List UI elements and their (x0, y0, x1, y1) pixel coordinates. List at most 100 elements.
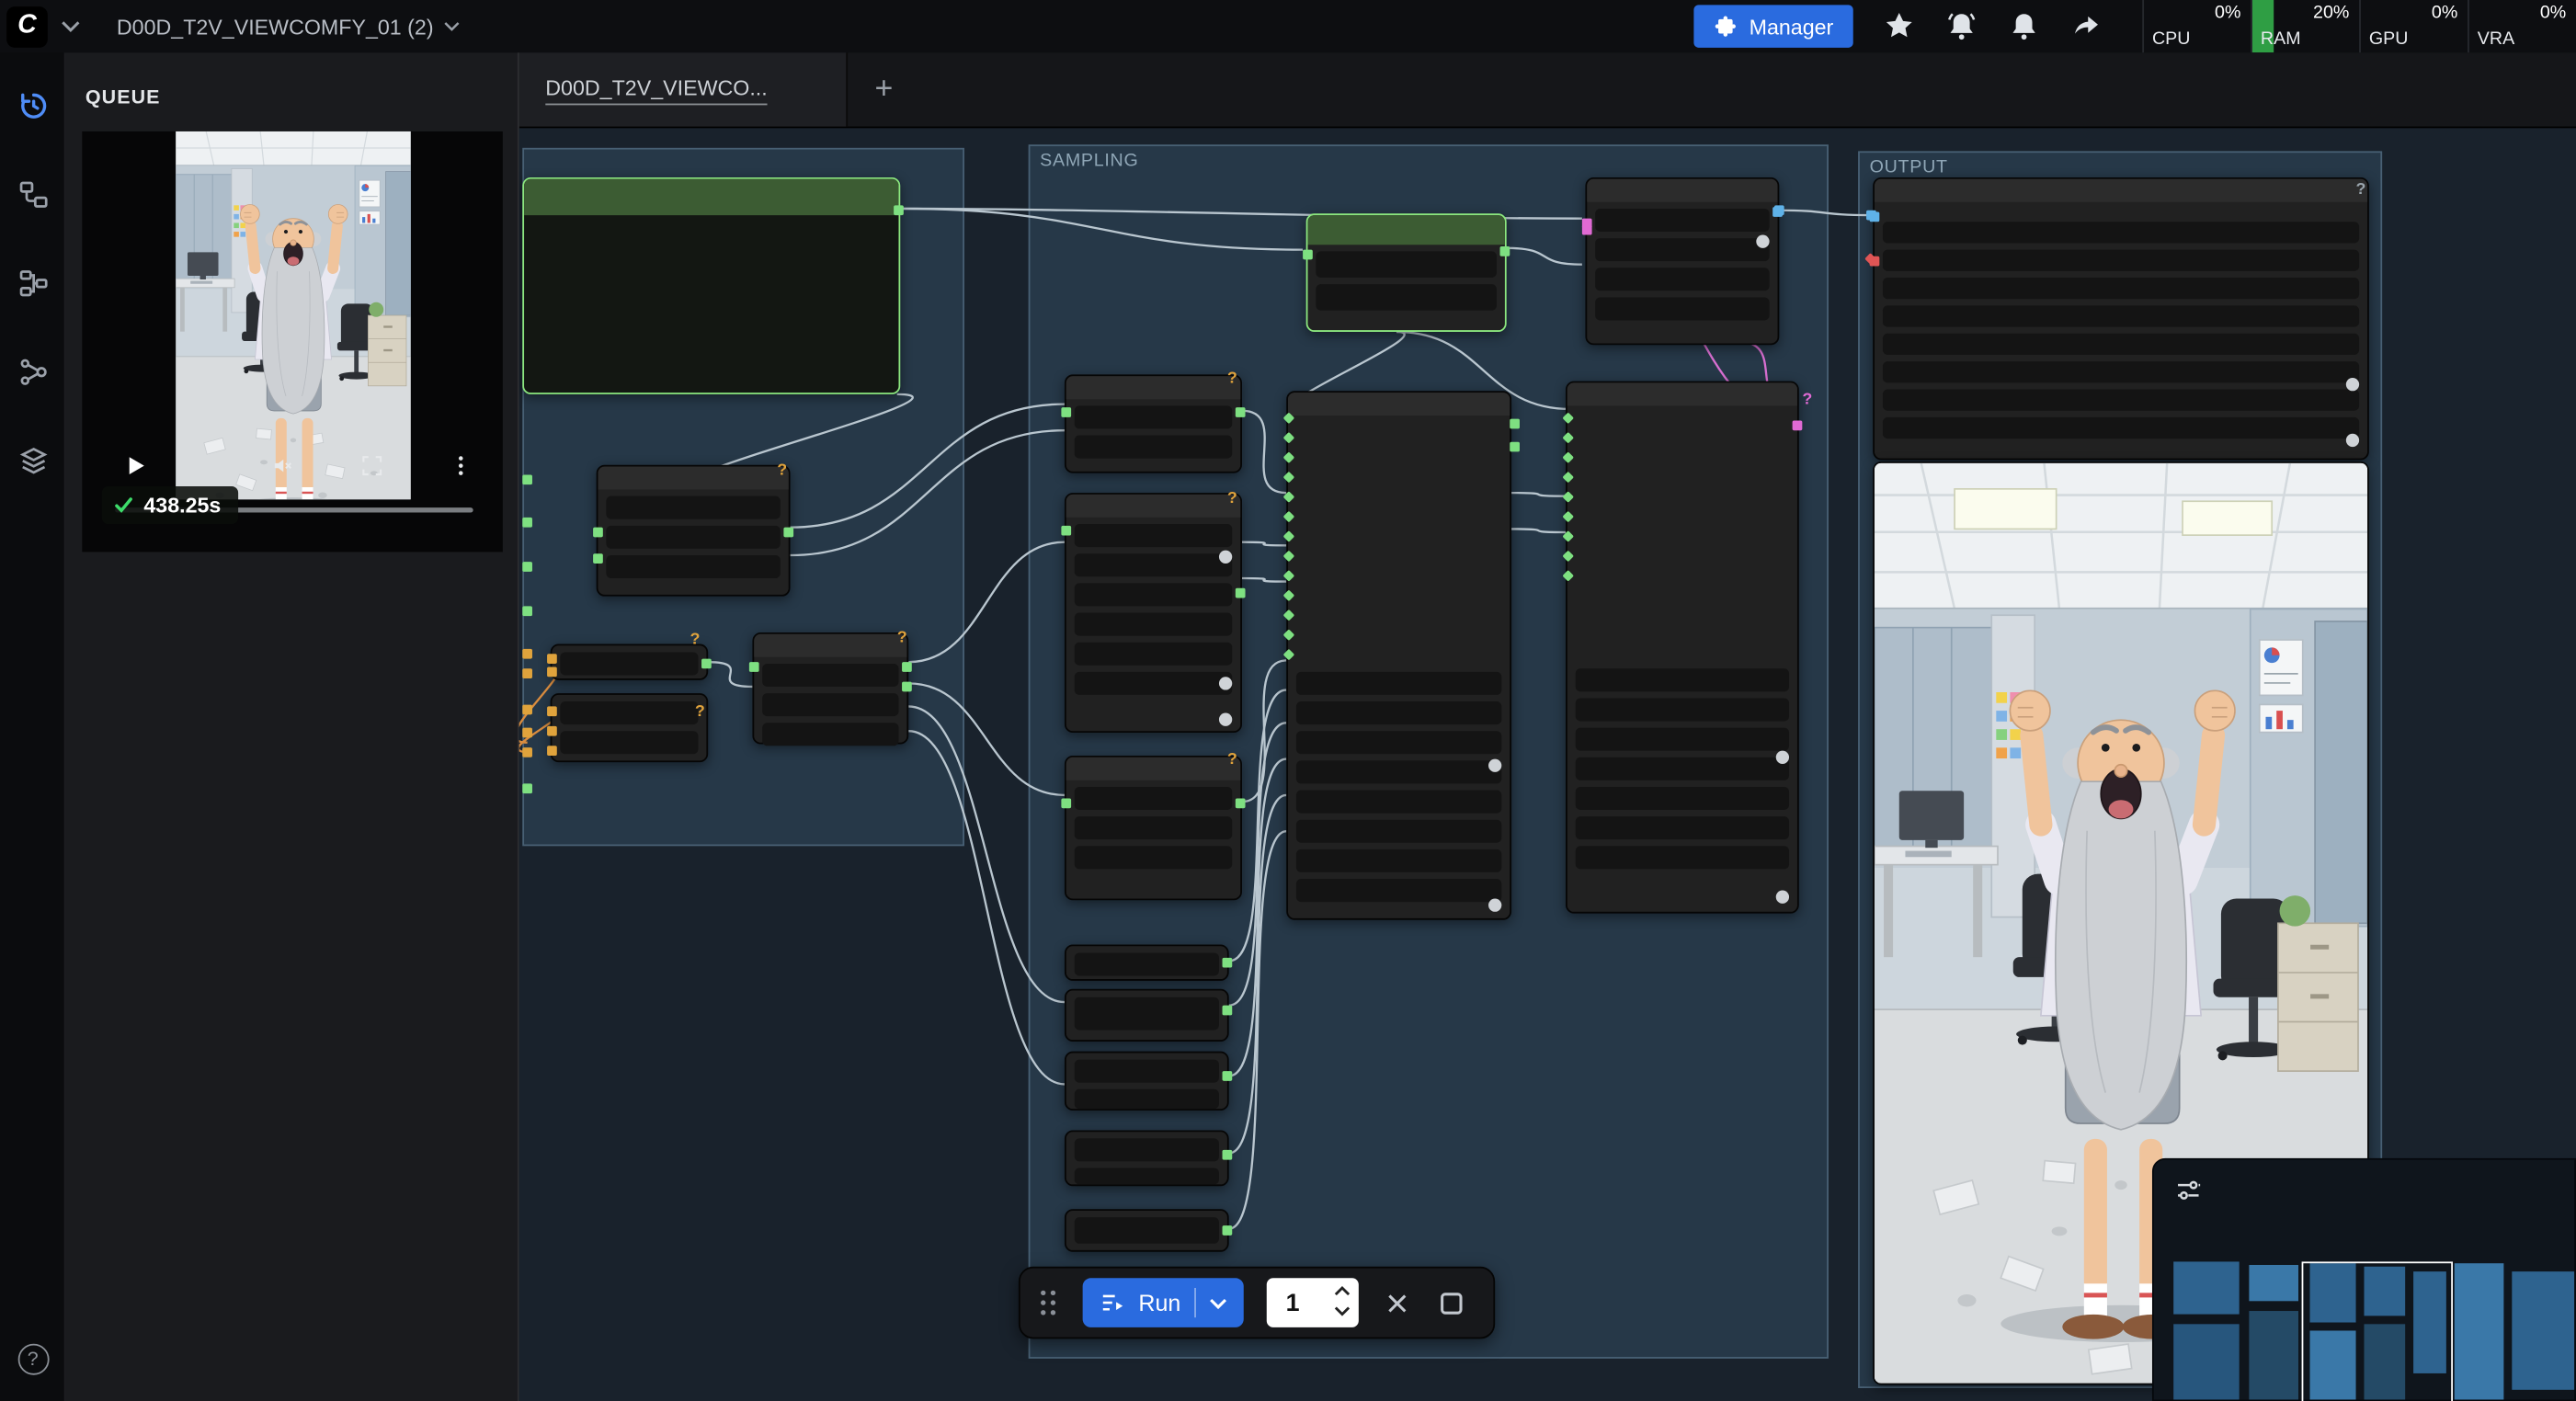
node-header[interactable] (1066, 495, 1240, 518)
node-port[interactable] (1223, 958, 1233, 968)
node-widget-row[interactable] (1075, 672, 1233, 695)
node-widget-row[interactable] (1576, 728, 1789, 751)
node-widget-row[interactable] (1075, 613, 1233, 636)
node-widget-row[interactable] (1075, 816, 1233, 839)
node-header[interactable] (524, 179, 898, 215)
node-help-marker[interactable]: ? (777, 461, 787, 480)
workflow-tab-active[interactable]: D00D_T2V_VIEWCO... (519, 52, 848, 126)
link-port[interactable] (522, 649, 532, 659)
comfyui-logo[interactable]: C (6, 6, 48, 47)
graph-node[interactable] (1065, 756, 1242, 900)
node-widget-row[interactable] (1576, 816, 1789, 839)
queue-job-card[interactable]: 438.25s (81, 131, 501, 552)
sidebar-item-node-library[interactable] (0, 250, 65, 315)
node-widget-row[interactable] (1075, 997, 1219, 1031)
node-widget-row[interactable] (1296, 731, 1501, 754)
batch-count-steppers[interactable] (1333, 1283, 1350, 1319)
graph-node[interactable] (551, 644, 709, 680)
graph-node[interactable] (1065, 1052, 1229, 1111)
link-port[interactable] (522, 518, 532, 528)
app-menu-chevron-icon[interactable] (61, 17, 80, 36)
node-widget-row[interactable] (1296, 701, 1501, 724)
node-widget-row[interactable] (1296, 879, 1501, 902)
node-help-marker[interactable]: ? (897, 629, 907, 647)
node-widget-row[interactable] (1075, 643, 1233, 666)
link-port[interactable] (1510, 442, 1520, 452)
node-widget-row[interactable] (606, 496, 780, 519)
node-output-dot[interactable] (1219, 713, 1232, 726)
toolbar-drag-handle[interactable] (1037, 1288, 1060, 1317)
sidebar-item-queue[interactable] (0, 73, 65, 138)
node-widget-row[interactable] (1883, 222, 2359, 243)
node-widget-row[interactable] (1296, 820, 1501, 843)
node-widget-row[interactable] (1075, 405, 1233, 428)
node-header[interactable] (1288, 393, 1510, 416)
link-port[interactable] (522, 747, 532, 757)
node-widget-row[interactable] (1883, 278, 2359, 299)
node-widget-row[interactable] (1576, 787, 1789, 810)
graph-node[interactable] (597, 465, 791, 597)
node-output-dot[interactable] (1776, 891, 1789, 904)
link-port[interactable] (522, 474, 532, 484)
node-widget-row[interactable] (1075, 952, 1219, 975)
node-widget-row[interactable] (1576, 846, 1789, 869)
sidebar-item-workflows[interactable] (0, 161, 65, 226)
link-port[interactable] (522, 562, 532, 572)
cancel-run-button[interactable] (1381, 1287, 1412, 1318)
play-button[interactable] (118, 450, 154, 480)
node-port[interactable] (1061, 526, 1071, 536)
link-port[interactable] (1582, 225, 1592, 235)
node-port[interactable] (1223, 1071, 1233, 1081)
graph-node[interactable] (1065, 374, 1242, 473)
node-widget-row[interactable] (1883, 305, 2359, 326)
node-help-marker[interactable]: ? (1802, 391, 1812, 409)
node-help-marker[interactable]: ? (2356, 181, 2366, 199)
link-port[interactable] (522, 705, 532, 715)
stepper-up-icon[interactable] (1333, 1283, 1350, 1300)
node-widget-row[interactable] (1576, 668, 1789, 691)
node-widget-row[interactable] (762, 664, 898, 687)
node-port[interactable] (547, 746, 557, 756)
node-widget-row[interactable] (606, 526, 780, 549)
graph-node[interactable] (1065, 493, 1242, 733)
node-widget-row[interactable] (1075, 553, 1233, 576)
node-widget-row[interactable] (1075, 436, 1233, 459)
node-port[interactable] (783, 528, 793, 538)
link-port[interactable] (1866, 211, 1876, 221)
node-widget-row[interactable] (762, 693, 898, 716)
node-widget-row[interactable] (1075, 1138, 1219, 1161)
node-widget-row[interactable] (1576, 698, 1789, 721)
node-widget-row[interactable] (560, 652, 698, 675)
node-port[interactable] (1223, 1006, 1233, 1016)
node-port[interactable] (547, 667, 557, 678)
node-header[interactable] (1066, 757, 1240, 780)
node-help-marker[interactable]: ? (1227, 751, 1237, 769)
more-options-button[interactable] (443, 450, 479, 480)
node-output-dot[interactable] (1776, 751, 1789, 764)
node-widget-row[interactable] (1296, 760, 1501, 783)
node-widget-row[interactable] (560, 731, 698, 754)
node-port[interactable] (1061, 407, 1071, 417)
node-port[interactable] (1793, 420, 1803, 430)
minimap-panel[interactable] (2152, 1158, 2576, 1401)
batch-count-input[interactable]: 1 (1266, 1278, 1358, 1327)
graph-node[interactable] (1065, 989, 1229, 1042)
node-output-dot[interactable] (1756, 235, 1769, 248)
node-port[interactable] (1223, 1150, 1233, 1160)
node-port[interactable] (547, 726, 557, 736)
run-button[interactable]: Run (1083, 1278, 1244, 1327)
node-header[interactable] (1567, 382, 1797, 405)
node-widget-row[interactable] (1883, 417, 2359, 439)
node-widget-row[interactable] (1595, 268, 1769, 290)
link-port[interactable] (522, 668, 532, 678)
node-port[interactable] (749, 662, 759, 672)
notification-bell-icon[interactable] (1945, 10, 1978, 43)
node-widget-row[interactable] (1296, 849, 1501, 872)
link-port[interactable] (1774, 205, 1784, 215)
graph-node[interactable] (1585, 177, 1779, 345)
node-widget-row[interactable] (1576, 757, 1789, 780)
node-output-dot[interactable] (1219, 551, 1232, 564)
node-port[interactable] (1236, 407, 1246, 417)
link-port[interactable] (522, 606, 532, 616)
manager-button[interactable]: Manager (1693, 5, 1853, 47)
